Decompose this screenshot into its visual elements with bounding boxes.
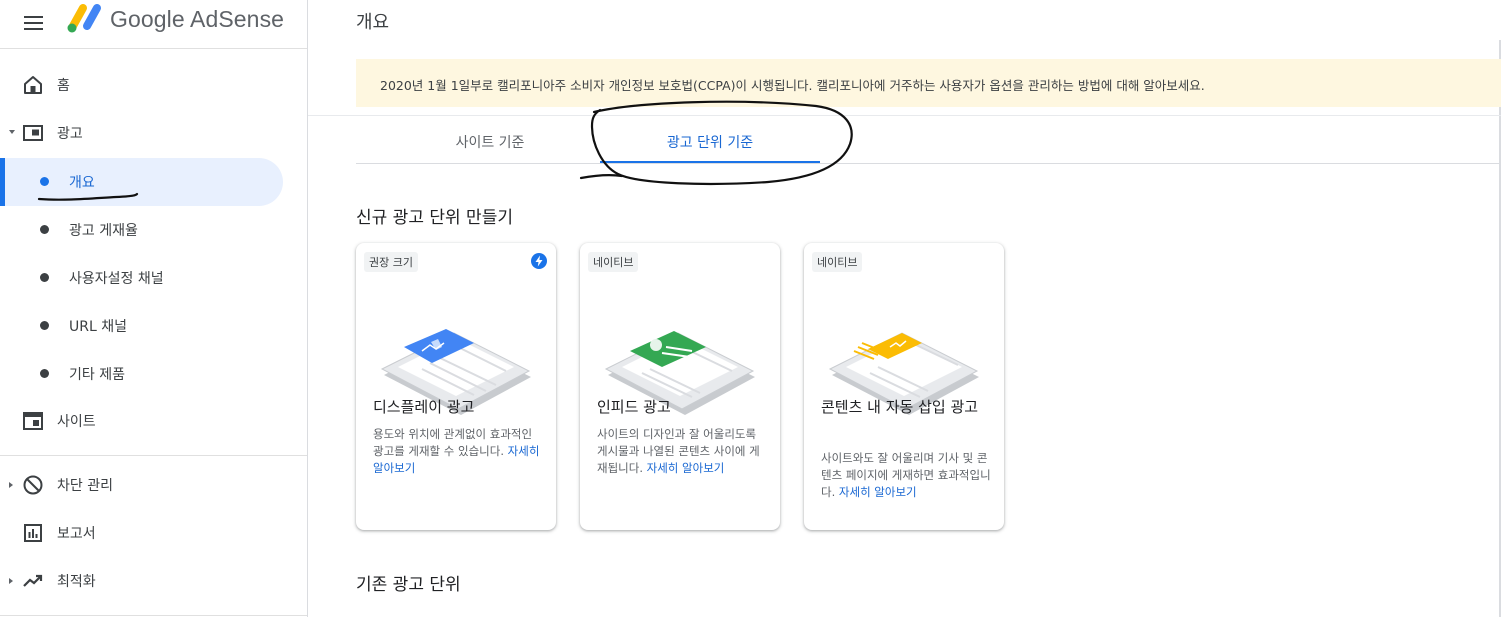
card-title: 콘텐츠 내 자동 삽입 광고: [821, 398, 979, 416]
card-title: 인피드 광고: [597, 398, 671, 416]
block-icon: [23, 475, 43, 495]
bullet-icon: [40, 369, 49, 378]
expand-caret-icon[interactable]: [9, 482, 13, 488]
sidebar-item-block-controls[interactable]: 차단 관리: [0, 462, 300, 510]
sidebar-subitem-url-channels[interactable]: URL 채널: [0, 302, 283, 350]
sidebar-item-label: 보고서: [57, 526, 96, 542]
brand-google: Google: [110, 6, 185, 32]
bullet-icon: [40, 225, 49, 234]
card-description: 사이트와도 잘 어울리며 기사 및 콘텐츠 페이지에 게재하면 효과적입니다. …: [821, 450, 991, 501]
sidebar-subitem-ad-coverage[interactable]: 광고 게재율: [0, 206, 283, 254]
tab-label: 사이트 기준: [455, 135, 525, 151]
sidebar-subitem-overview[interactable]: 개요: [0, 158, 283, 206]
card-chip: 네이티브: [588, 252, 639, 272]
tabs-divider: [356, 163, 1501, 164]
expand-caret-icon[interactable]: [9, 130, 15, 134]
expand-caret-icon[interactable]: [9, 578, 13, 584]
top-app-bar: Google AdSense 개요: [0, 0, 1501, 48]
card-display-ads[interactable]: 권장 크기 디스플레이 광고 용도와 위치에 관계없이 효과적인 광고를 게재할…: [356, 243, 556, 530]
sidebar-divider: [307, 0, 308, 617]
sidebar-subitem-label: 기타 제품: [69, 367, 125, 383]
sidebar-item-label: 사이트: [57, 414, 96, 430]
bullet-icon: [40, 321, 49, 330]
adsense-logo-icon[interactable]: [64, 2, 104, 34]
sidebar-item-label: 홈: [57, 78, 70, 94]
card-description: 사이트의 디자인과 잘 어울리도록 게시물과 나열된 콘텐츠 사이에 게재됩니다…: [597, 426, 767, 477]
tab-by-site[interactable]: 사이트 기준: [380, 118, 600, 162]
ads-icon: [23, 125, 43, 141]
sidebar-subitem-label: 사용자설정 채널: [69, 271, 164, 287]
reports-icon: [24, 524, 42, 542]
section-title-create: 신규 광고 단위 만들기: [356, 208, 513, 228]
brand-product: AdSense: [190, 6, 285, 32]
sidebar-subitem-custom-channels[interactable]: 사용자설정 채널: [0, 254, 283, 302]
sidebar-item-home[interactable]: 홈: [0, 62, 300, 110]
banner-divider: [308, 115, 1501, 116]
sidebar-separator: [0, 455, 307, 456]
card-chip: 네이티브: [812, 252, 863, 272]
sidebar-item-label: 차단 관리: [57, 478, 113, 494]
sidebar-item-reports[interactable]: 보고서: [0, 510, 300, 558]
card-chip: 권장 크기: [364, 252, 418, 272]
section-title-existing: 기존 광고 단위: [356, 575, 461, 595]
sidebar-separator: [0, 615, 307, 616]
bullet-icon: [40, 177, 49, 186]
sidebar-item-ads[interactable]: 광고: [0, 110, 300, 158]
learn-more-link[interactable]: 자세히 알아보기: [839, 485, 917, 499]
card-infeed-ads[interactable]: 네이티브 인피드 광고 사이트의 디자인과 잘 어울리도록 게시물과 나열된 콘…: [580, 243, 780, 530]
sidebar-item-sites[interactable]: 사이트: [0, 398, 300, 446]
tab-label: 광고 단위 기준: [666, 135, 754, 151]
page-title: 개요: [356, 12, 390, 33]
sidebar-subitem-label: 광고 게재율: [69, 223, 138, 239]
app-title[interactable]: Google AdSense: [110, 6, 284, 33]
card-inarticle-ads[interactable]: 네이티브 콘텐츠 내 자동 삽입 광고 사이트와도 잘 어울리며 기사 및 콘텐…: [804, 243, 1004, 530]
banner-text: 2020년 1월 1일부로 캘리포니아주 소비자 개인정보 보호법(CCPA)이…: [380, 78, 1205, 93]
sidebar: 홈 광고 개요 광고 게재율 사용자설정 채널 URL 채널 기타 제품 사이트…: [0, 49, 307, 617]
tab-by-ad-unit[interactable]: 광고 단위 기준: [600, 118, 820, 162]
sidebar-subitem-other-products[interactable]: 기타 제품: [0, 350, 283, 398]
sidebar-subitem-label: URL 채널: [69, 319, 127, 335]
card-title: 디스플레이 광고: [373, 398, 475, 416]
card-description: 용도와 위치에 관계없이 효과적인 광고를 게재할 수 있습니다. 자세히 알아…: [373, 426, 543, 477]
active-indicator: [0, 158, 5, 206]
sidebar-item-optimization[interactable]: 최적화: [0, 558, 300, 606]
bullet-icon: [40, 273, 49, 282]
sidebar-item-label: 최적화: [57, 574, 96, 590]
lightning-icon: [531, 253, 547, 269]
menu-icon[interactable]: [22, 11, 46, 35]
sidebar-subitem-label: 개요: [69, 175, 95, 191]
learn-more-link[interactable]: 자세히 알아보기: [647, 461, 725, 475]
sidebar-item-label: 광고: [57, 126, 83, 142]
ccpa-notice-banner: 2020년 1월 1일부로 캘리포니아주 소비자 개인정보 보호법(CCPA)이…: [356, 59, 1501, 107]
home-icon: [24, 76, 42, 94]
optimization-icon: [23, 574, 43, 587]
sites-icon: [23, 412, 43, 430]
